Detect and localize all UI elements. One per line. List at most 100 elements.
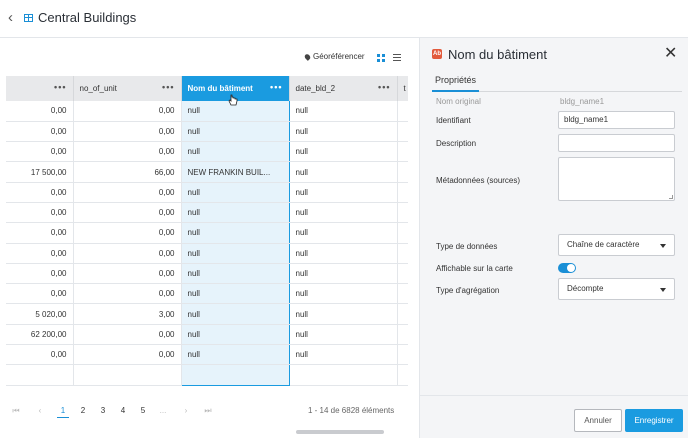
table-cell[interactable]: 0,00 <box>6 283 74 305</box>
table-row[interactable]: 0,00 0,00 null null <box>6 222 408 244</box>
table-cell[interactable]: null <box>180 202 290 224</box>
table-cell[interactable]: 0,00 <box>6 121 74 143</box>
table-cell[interactable]: 0,00 <box>73 141 182 163</box>
column-header[interactable]: no_of_unit ••• <box>73 76 182 101</box>
table-row[interactable]: 0,00 0,00 null null <box>6 243 408 264</box>
table-row[interactable]: 5 020,00 3,00 null null <box>6 303 408 325</box>
column-header[interactable]: ••• <box>6 76 74 101</box>
prev-page-button[interactable]: ‹ <box>34 406 46 415</box>
table-cell[interactable]: null <box>289 344 398 366</box>
metadata-textarea[interactable] <box>558 157 675 201</box>
table-cell[interactable]: NEW FRANKIN BUIL... <box>180 161 290 183</box>
table-cell[interactable]: null <box>180 182 290 203</box>
back-chevron-icon[interactable]: ‹ <box>8 9 22 27</box>
displayable-toggle[interactable] <box>558 263 576 273</box>
table-cell[interactable]: 0,00 <box>6 141 74 163</box>
table-cell[interactable]: 0,00 <box>73 202 182 224</box>
table-cell[interactable]: null <box>180 243 290 264</box>
list-view-icon[interactable] <box>393 54 401 62</box>
table-cell[interactable]: null <box>289 182 398 203</box>
column-header[interactable]: date_bld_2 ••• <box>289 76 398 101</box>
table-cell[interactable]: 0,00 <box>6 222 74 244</box>
cancel-button[interactable]: Annuler <box>574 409 622 432</box>
table-cell[interactable]: 0,00 <box>6 182 74 203</box>
table-row[interactable]: 0,00 0,00 null null <box>6 263 408 285</box>
table-row[interactable] <box>6 364 408 386</box>
table-cell[interactable]: null <box>289 202 398 224</box>
table-row[interactable]: 17 500,00 66,00 NEW FRANKIN BUIL... null <box>6 161 408 183</box>
table-cell[interactable]: 0,00 <box>73 101 182 122</box>
table-cell[interactable]: null <box>180 141 290 163</box>
grid-view-icon[interactable] <box>377 54 385 62</box>
table-row[interactable]: 0,00 0,00 null null <box>6 141 408 163</box>
table-cell[interactable]: null <box>289 283 398 305</box>
column-menu-icon[interactable]: ••• <box>378 82 390 92</box>
description-field[interactable] <box>558 134 675 152</box>
table-cell[interactable]: null <box>180 324 290 346</box>
georeference-button[interactable]: Géoréférencer <box>303 52 365 61</box>
table-cell[interactable]: null <box>289 101 398 122</box>
save-button[interactable]: Enregistrer <box>625 409 683 432</box>
table-cell[interactable]: null <box>289 324 398 346</box>
column-header[interactable]: t <box>397 76 408 101</box>
table-row[interactable]: 0,00 0,00 null null <box>6 101 408 122</box>
datatype-select[interactable]: Chaîne de caractère <box>558 234 675 256</box>
table-row[interactable]: 0,00 0,00 null null <box>6 344 408 366</box>
table-cell[interactable]: 0,00 <box>73 344 182 366</box>
page-number-1[interactable]: 1 <box>57 406 69 418</box>
table-cell[interactable]: null <box>180 222 290 244</box>
table-cell[interactable]: 0,00 <box>73 283 182 305</box>
table-row[interactable]: 0,00 0,00 null null <box>6 182 408 203</box>
table-row[interactable]: 0,00 0,00 null null <box>6 202 408 224</box>
table-cell[interactable]: 0,00 <box>73 263 182 285</box>
column-menu-icon[interactable]: ••• <box>162 82 174 92</box>
page-number-3[interactable]: 3 <box>97 406 109 415</box>
table-cell[interactable] <box>289 364 398 386</box>
table-cell[interactable]: 0,00 <box>73 182 182 203</box>
last-page-button[interactable]: ⏭ <box>202 406 214 416</box>
table-cell[interactable]: null <box>289 243 398 264</box>
table-cell[interactable]: 0,00 <box>6 243 74 264</box>
table-cell[interactable]: 0,00 <box>73 222 182 244</box>
table-cell[interactable]: null <box>180 344 290 366</box>
table-cell[interactable]: 5 020,00 <box>6 303 74 325</box>
identifier-field[interactable]: bldg_name1 <box>558 111 675 129</box>
table-row[interactable]: 62 200,00 0,00 null null <box>6 324 408 346</box>
table-cell[interactable]: null <box>289 222 398 244</box>
table-cell[interactable]: 0,00 <box>73 243 182 264</box>
table-cell[interactable]: 3,00 <box>73 303 182 325</box>
table-cell[interactable]: null <box>289 121 398 143</box>
table-row[interactable]: 0,00 0,00 null null <box>6 283 408 305</box>
table-cell[interactable]: null <box>180 263 290 285</box>
tab-properties[interactable]: Propriétés <box>432 75 480 92</box>
horizontal-scrollbar[interactable] <box>296 430 384 434</box>
table-cell[interactable]: 0,00 <box>6 263 74 285</box>
table-cell[interactable]: 0,00 <box>6 202 74 224</box>
page-number-5[interactable]: 5 <box>137 406 149 415</box>
table-cell[interactable]: null <box>180 121 290 143</box>
page-number-2[interactable]: 2 <box>77 406 89 415</box>
table-cell[interactable]: null <box>180 303 290 325</box>
table-cell[interactable]: 0,00 <box>73 121 182 143</box>
table-cell[interactable]: null <box>289 161 398 183</box>
close-icon[interactable]: ✕ <box>664 46 677 62</box>
table-row[interactable]: 0,00 0,00 null null <box>6 121 408 143</box>
table-cell[interactable]: 0,00 <box>6 344 74 366</box>
table-cell[interactable]: null <box>289 141 398 163</box>
table-cell[interactable]: 17 500,00 <box>6 161 74 183</box>
table-cell[interactable]: 66,00 <box>73 161 182 183</box>
table-cell[interactable]: 0,00 <box>6 101 74 122</box>
column-menu-icon[interactable]: ••• <box>54 82 66 92</box>
column-menu-icon[interactable]: ••• <box>270 82 282 92</box>
table-cell[interactable]: null <box>289 263 398 285</box>
aggregation-select[interactable]: Décompte <box>558 278 675 300</box>
table-cell[interactable]: 62 200,00 <box>6 324 74 346</box>
resize-handle-icon[interactable] <box>669 195 673 199</box>
table-cell[interactable]: 0,00 <box>73 324 182 346</box>
page-number-4[interactable]: 4 <box>117 406 129 415</box>
next-page-button[interactable]: › <box>180 406 192 415</box>
table-cell[interactable]: null <box>180 283 290 305</box>
table-cell[interactable] <box>73 364 182 386</box>
table-cell[interactable] <box>6 364 74 386</box>
table-cell[interactable]: null <box>289 303 398 325</box>
